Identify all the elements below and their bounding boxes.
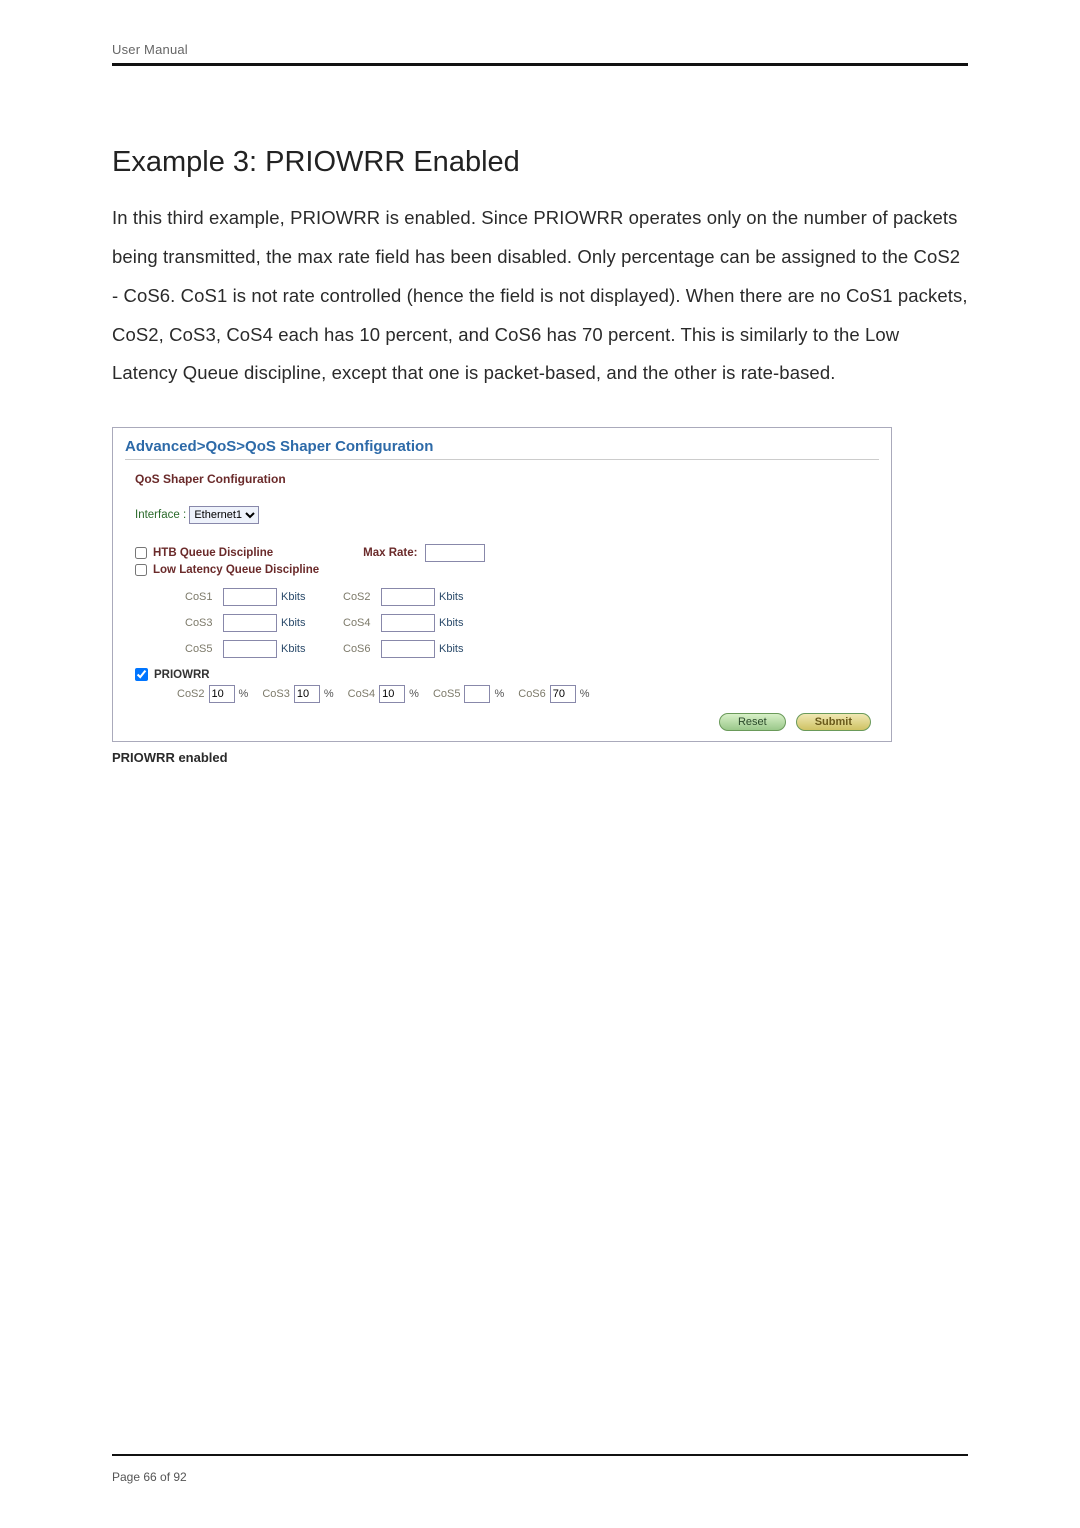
- submit-button[interactable]: Submit: [796, 713, 871, 731]
- llq-row: Low Latency Queue Discipline: [135, 564, 879, 576]
- footer-rule: [112, 1454, 968, 1456]
- cos-label: CoS6: [343, 643, 381, 655]
- maxrate-input[interactable]: [425, 544, 485, 562]
- maxrate-label: Max Rate:: [363, 547, 417, 559]
- priowrr-cos2-input[interactable]: [209, 685, 235, 703]
- header-rule: [112, 63, 968, 66]
- llq-checkbox[interactable]: [135, 564, 147, 576]
- priowrr-line: CoS2 % CoS3 % CoS4 % CoS5 % CoS6 %: [167, 685, 879, 703]
- panel-divider: [125, 459, 879, 460]
- htb-checkbox[interactable]: [135, 547, 147, 559]
- percent-label: %: [239, 688, 249, 700]
- interface-select[interactable]: Ethernet1: [189, 506, 259, 524]
- interface-label: Interface :: [135, 509, 186, 521]
- cos-unit: Kbits: [281, 617, 315, 629]
- priowrr-cos-label: CoS3: [262, 688, 290, 700]
- cos-unit: Kbits: [281, 643, 315, 655]
- cos-label: CoS3: [185, 617, 223, 629]
- priowrr-row: PRIOWRR: [135, 668, 879, 681]
- priowrr-cos-label: CoS4: [348, 688, 376, 700]
- qos-config-label: QoS Shaper Configuration: [135, 472, 879, 486]
- figure-caption: PRIOWRR enabled: [112, 750, 968, 765]
- section-body: In this third example, PRIOWRR is enable…: [112, 199, 968, 393]
- interface-row: Interface : Ethernet1: [135, 506, 879, 524]
- cos-label: CoS4: [343, 617, 381, 629]
- cos-unit: Kbits: [439, 617, 473, 629]
- priowrr-cos-label: CoS2: [177, 688, 205, 700]
- cos-unit: Kbits: [439, 643, 473, 655]
- cos-unit: Kbits: [439, 591, 473, 603]
- priowrr-label: PRIOWRR: [154, 669, 210, 681]
- cos-label: CoS1: [185, 591, 223, 603]
- priowrr-cos-label: CoS5: [433, 688, 461, 700]
- priowrr-cos6-input[interactable]: [550, 685, 576, 703]
- button-row: Reset Submit: [125, 713, 879, 731]
- cos-row: CoS5 Kbits CoS6 Kbits: [185, 640, 879, 658]
- cos-grid: CoS1 Kbits CoS2 Kbits CoS3 Kbits CoS4 Kb…: [185, 588, 879, 658]
- cos1-input[interactable]: [223, 588, 277, 606]
- percent-label: %: [409, 688, 419, 700]
- cos-label: CoS5: [185, 643, 223, 655]
- cos3-input[interactable]: [223, 614, 277, 632]
- priowrr-checkbox[interactable]: [135, 668, 148, 681]
- page-number: Page 66 of 92: [112, 1470, 968, 1484]
- percent-label: %: [494, 688, 504, 700]
- cos5-input[interactable]: [223, 640, 277, 658]
- priowrr-cos5-input[interactable]: [464, 685, 490, 703]
- priowrr-cos-label: CoS6: [518, 688, 546, 700]
- llq-label: Low Latency Queue Discipline: [153, 564, 319, 576]
- percent-label: %: [324, 688, 334, 700]
- panel-breadcrumb: Advanced>QoS>QoS Shaper Configuration: [125, 438, 879, 455]
- cos-row: CoS1 Kbits CoS2 Kbits: [185, 588, 879, 606]
- reset-button[interactable]: Reset: [719, 713, 786, 731]
- section-title: Example 3: PRIOWRR Enabled: [112, 146, 968, 179]
- header-title: User Manual: [112, 42, 968, 57]
- page-footer: Page 66 of 92: [112, 1454, 968, 1484]
- cos4-input[interactable]: [381, 614, 435, 632]
- htb-row: HTB Queue Discipline Max Rate:: [135, 544, 879, 562]
- cos-row: CoS3 Kbits CoS4 Kbits: [185, 614, 879, 632]
- qos-panel: Advanced>QoS>QoS Shaper Configuration Qo…: [112, 427, 892, 742]
- priowrr-cos4-input[interactable]: [379, 685, 405, 703]
- cos2-input[interactable]: [381, 588, 435, 606]
- cos-unit: Kbits: [281, 591, 315, 603]
- cos6-input[interactable]: [381, 640, 435, 658]
- priowrr-cos3-input[interactable]: [294, 685, 320, 703]
- percent-label: %: [580, 688, 590, 700]
- cos-label: CoS2: [343, 591, 381, 603]
- htb-label: HTB Queue Discipline: [153, 547, 273, 559]
